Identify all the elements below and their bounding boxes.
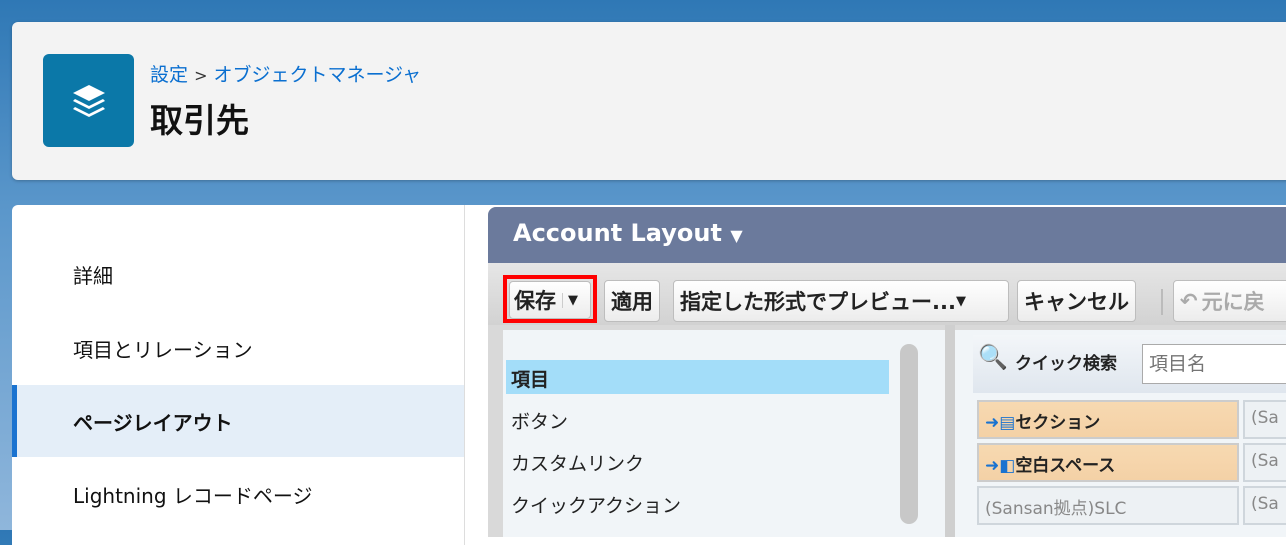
undo-icon: ↶: [1180, 289, 1198, 313]
preview-as-button[interactable]: 指定した形式でプレビュー... ▼: [673, 280, 1009, 322]
chevron-down-icon: ▼: [730, 226, 743, 245]
palette-item-field[interactable]: (Sansan拠点)SLC: [977, 486, 1239, 525]
breadcrumb-object-manager[interactable]: オブジェクトマネージャ: [214, 64, 422, 86]
layout-editor: Account Layout ▼ 保存 ▼ 適用 指定した形式でプレビュー... ▼…: [488, 207, 1286, 537]
sidebar-item-fields[interactable]: 項目とリレーション: [12, 312, 464, 384]
save-button[interactable]: 保存 ▼: [509, 281, 591, 319]
palette-item[interactable]: (Sa: [1243, 443, 1286, 482]
palette-item[interactable]: (Sa: [1243, 400, 1286, 439]
layout-title-text: Account Layout: [513, 219, 722, 247]
chevron-down-icon: ▼: [955, 293, 966, 309]
category-custom-links[interactable]: カスタムリンク: [506, 444, 889, 478]
search-icon: 🔍: [978, 343, 1008, 371]
item-label: 空白スペース: [1015, 456, 1116, 476]
undo-button[interactable]: ↶ 元に戻: [1173, 280, 1286, 322]
quick-find-input[interactable]: [1142, 344, 1286, 384]
section-icon: ➜▤: [985, 413, 1016, 433]
breadcrumb-setup[interactable]: 設定: [150, 64, 188, 86]
category-quick-actions[interactable]: クイックアクション: [506, 486, 889, 520]
layout-title[interactable]: Account Layout ▼: [488, 207, 1286, 263]
category-buttons[interactable]: ボタン: [506, 402, 889, 436]
scrollbar[interactable]: [900, 344, 918, 524]
undo-label: 元に戻: [1201, 290, 1265, 314]
sidebar-item-page-layouts[interactable]: ページレイアウト: [12, 385, 464, 457]
palette-items: 🔍 クイック検索 ➜▤セクション (Sa ➜◧空白スペース (Sa (Sansa…: [955, 330, 1286, 537]
sidebar-item-lightning-record-pages[interactable]: Lightning レコードページ: [12, 458, 464, 530]
sidebar: 詳細 項目とリレーション ページレイアウト Lightning レコードページ: [12, 205, 464, 545]
item-label: セクション: [1015, 413, 1101, 433]
cancel-button[interactable]: キャンセル: [1017, 280, 1136, 322]
chevron-down-icon: ▼: [562, 292, 578, 308]
layers-icon: [43, 54, 134, 147]
breadcrumb-separator: >: [194, 66, 208, 85]
palette-item-section[interactable]: ➜▤セクション: [977, 400, 1239, 439]
palette-item[interactable]: (Sa: [1243, 486, 1286, 525]
page-title: 取引先: [150, 101, 249, 140]
palette-item-blank-space[interactable]: ➜◧空白スペース: [977, 443, 1239, 482]
category-fields[interactable]: 項目: [506, 360, 889, 394]
preview-label: 指定した形式でプレビュー...: [680, 290, 956, 314]
save-label: 保存: [514, 289, 556, 313]
sidebar-item-details[interactable]: 詳細: [12, 238, 464, 310]
apply-button[interactable]: 適用: [604, 280, 660, 322]
toolbar-divider: [1161, 289, 1163, 315]
blank-space-icon: ➜◧: [985, 456, 1016, 476]
palette-categories: 項目 ボタン カスタムリンク クイックアクション: [503, 330, 945, 537]
quick-find-label: クイック検索: [1015, 354, 1117, 374]
palette-divider: [945, 325, 955, 537]
breadcrumb: 設定 > オブジェクトマネージャ: [150, 60, 421, 87]
